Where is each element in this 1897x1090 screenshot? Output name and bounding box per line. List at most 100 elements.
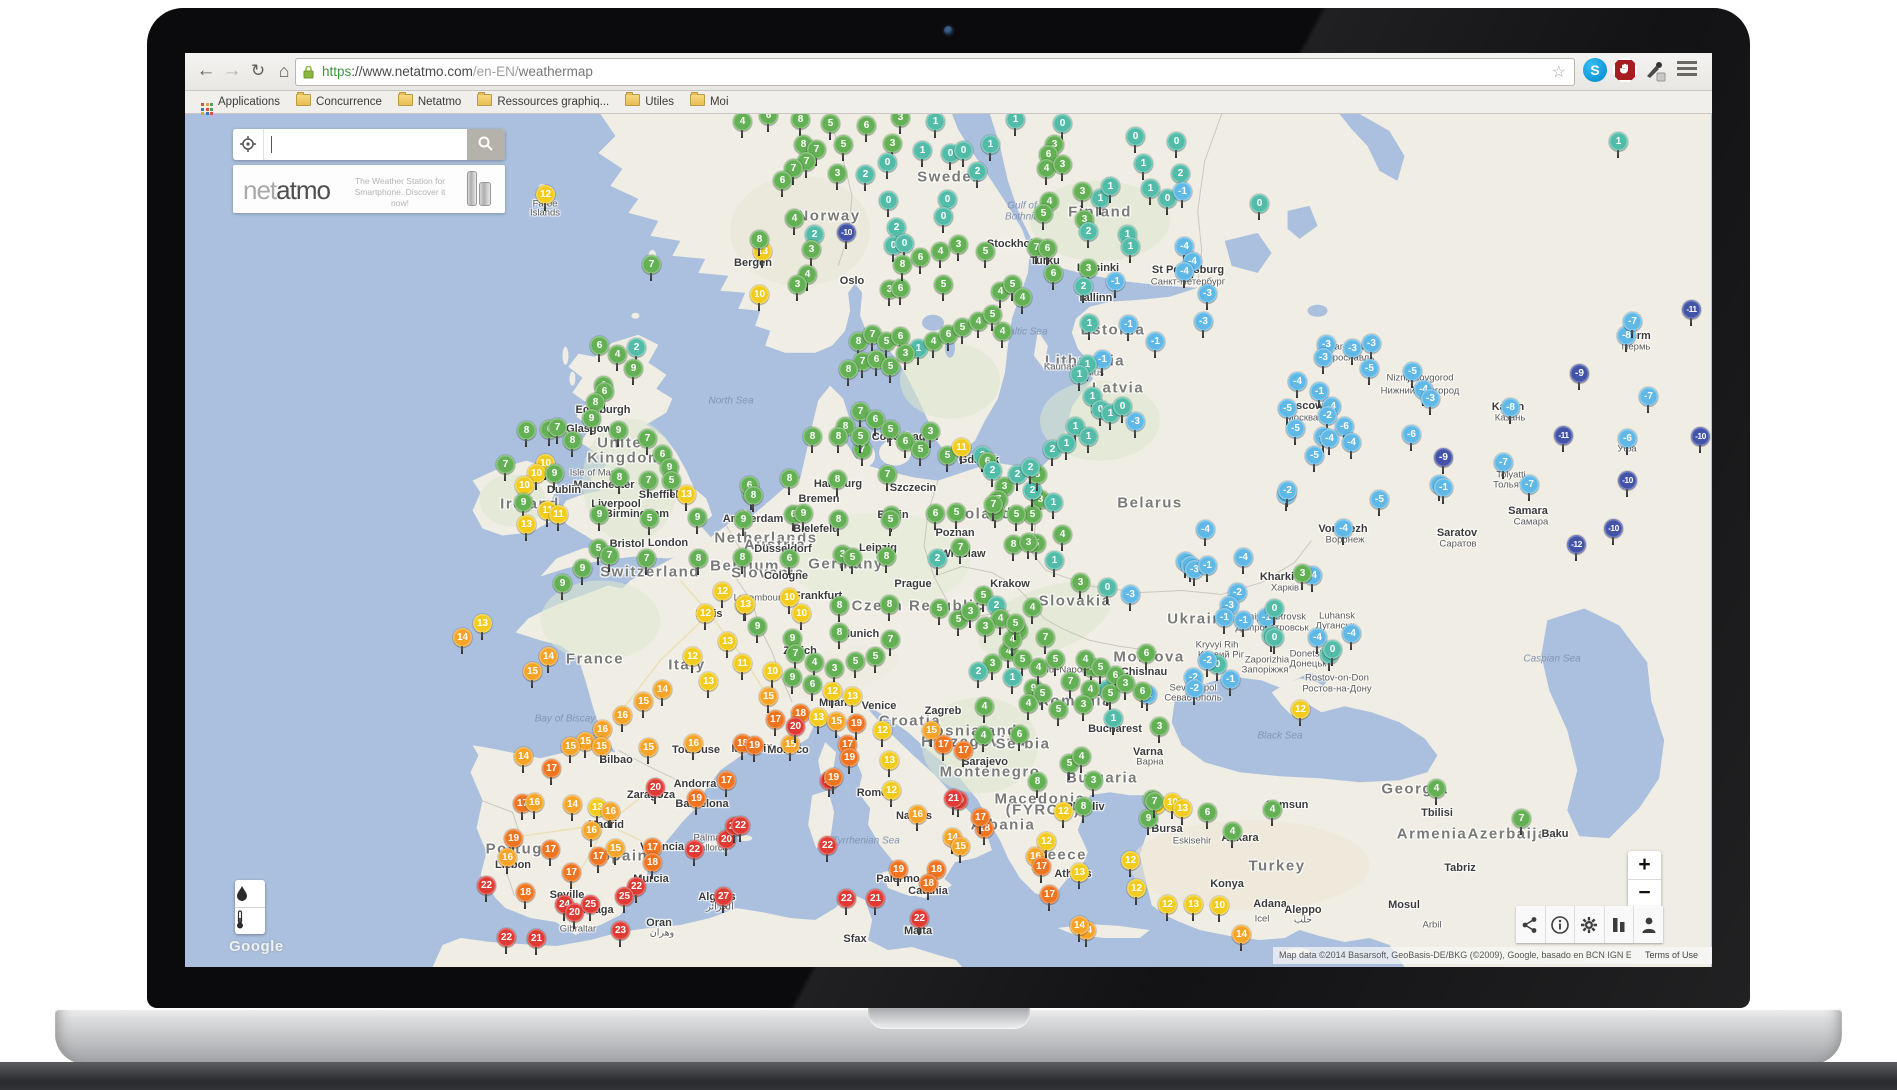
temperature-pin[interactable]: 4 [993,322,1012,341]
temperature-pin[interactable]: 1 [1044,493,1063,512]
temperature-pin[interactable]: -5 [1305,446,1324,465]
temperature-pin[interactable]: 17 [562,863,581,882]
temperature-pin[interactable]: 4 [1072,747,1091,766]
temperature-pin[interactable]: 7 [786,644,805,663]
bookmark-item[interactable]: Concurrence [296,91,382,113]
temperature-pin[interactable]: 4 [1427,779,1446,798]
temperature-pin[interactable]: 4 [1263,800,1282,819]
temperature-pin[interactable]: 12 [1158,895,1177,914]
temperature-pin[interactable]: 1 [1121,237,1140,256]
temperature-pin[interactable]: 8 [830,596,849,615]
temperature-pin[interactable]: 9 [734,510,753,529]
bookmark-item[interactable]: Ressources graphiq... [477,91,609,113]
temperature-pin[interactable]: 7 [881,630,900,649]
temperature-pin[interactable]: 15 [561,737,580,756]
temperature-pin[interactable]: 22 [818,836,837,855]
temperature-pin[interactable]: -7 [1494,453,1513,472]
temperature-pin[interactable]: 11 [549,505,568,524]
temperature-pin[interactable]: 12 [536,185,555,204]
temperature-pin[interactable]: 1 [1101,177,1120,196]
temperature-pin[interactable]: 15 [634,692,653,711]
temperature-pin[interactable]: 12 [696,604,715,623]
temperature-pin[interactable]: -7 [1639,387,1658,406]
temperature-pin[interactable]: 5 [881,510,900,529]
temperature-pin[interactable]: 8 [1028,772,1047,791]
temperature-pin[interactable]: 6 [926,504,945,523]
temperature-pin[interactable]: 1 [1134,154,1153,173]
temperature-pin[interactable]: -10 [837,223,856,242]
temperature-pin[interactable]: 4 [1053,525,1072,544]
temperature-pin[interactable]: 2 [856,165,875,184]
temperature-pin[interactable]: 12 [683,647,702,666]
temperature-pin[interactable]: 17 [717,771,736,790]
temperature-pin[interactable]: 5 [851,427,870,446]
temperature-pin[interactable]: 16 [582,821,601,840]
temperature-pin[interactable]: 7 [600,546,619,565]
temperature-pin[interactable]: -5 [1360,359,1379,378]
temperature-pin[interactable]: 8 [803,427,822,446]
temperature-pin[interactable]: 20 [646,778,665,797]
temperature-pin[interactable]: 4 [1023,598,1042,617]
temperature-pin[interactable]: 13 [1070,863,1089,882]
temperature-pin[interactable]: 0 [954,141,973,160]
temperature-pin[interactable]: 7 [496,455,515,474]
temperature-pin[interactable]: 6 [803,675,822,694]
temperature-pin[interactable]: -3 [1343,339,1362,358]
temperature-pin[interactable]: 9 [590,505,609,524]
temperature-pin[interactable]: -1 [1119,315,1138,334]
temperature-pin[interactable]: 1 [1080,314,1099,333]
temperature-pin[interactable]: 13 [517,515,536,534]
temperature-pin[interactable]: 25 [615,887,634,906]
temperature-pin[interactable]: 3 [1019,533,1038,552]
temperature-pin[interactable]: 8 [829,427,848,446]
temperature-pin[interactable]: 22 [731,816,750,835]
temperature-pin[interactable]: 9 [582,409,601,428]
bookmark-item[interactable]: Moi [690,91,729,113]
temperature-pin[interactable]: 7 [951,538,970,557]
temperature-pin[interactable]: 27 [714,887,733,906]
temperature-pin[interactable]: 12 [1291,700,1310,719]
skype-extension-icon[interactable]: S [1583,58,1607,82]
temperature-pin[interactable]: 8 [780,469,799,488]
temperature-pin[interactable]: 2 [1074,277,1093,296]
temperature-pin[interactable]: -5 [1370,490,1389,509]
temperature-pin[interactable]: 4 [1223,822,1242,841]
temperature-pin[interactable]: 7 [1036,628,1055,647]
temperature-pin[interactable]: 5 [1034,204,1053,223]
temperature-pin[interactable]: 9 [514,493,533,512]
temperature-pin[interactable]: 8 [750,230,769,249]
search-input[interactable] [264,130,472,159]
temperature-pin[interactable]: 7 [639,471,658,490]
temperature-pin[interactable]: 17 [1040,885,1059,904]
temperature-pin[interactable]: 5 [976,242,995,261]
temperature-pin[interactable]: 18 [919,874,938,893]
temperature-pin[interactable]: 9 [783,668,802,687]
temperature-pin[interactable]: 16 [684,734,703,753]
temperature-pin[interactable]: 10 [750,285,769,304]
temperature-pin[interactable]: 5 [911,440,930,459]
search-button[interactable] [467,129,505,160]
temperature-pin[interactable]: 15 [523,662,542,681]
temperature-pin[interactable]: -1 [1215,608,1234,627]
temperature-pin[interactable]: 16 [525,793,544,812]
temperature-pin[interactable]: -2 [1185,679,1204,698]
home-button[interactable]: ⌂ [271,56,297,86]
temperature-pin[interactable]: -3 [1194,312,1213,331]
temperature-pin[interactable]: 5 [930,599,949,618]
temperature-pin[interactable]: 19 [847,714,866,733]
rain-layer-button[interactable] [235,880,265,908]
info-button[interactable] [1546,906,1576,943]
temperature-pin[interactable]: 19 [745,736,764,755]
temperature-pin[interactable]: 17 [971,808,990,827]
temperature-pin[interactable]: -1 [1234,611,1253,630]
temperature-pin[interactable]: 7 [984,495,1003,514]
temperature-pin[interactable]: 3 [1084,771,1103,790]
temperature-pin[interactable]: 22 [837,889,856,908]
temperature-pin[interactable]: 7 [638,429,657,448]
temperature-pin[interactable]: -3 [1126,412,1145,431]
temperature-pin[interactable]: 13 [736,595,755,614]
temperature-pin[interactable]: 1 [1141,179,1160,198]
temperature-pin[interactable]: 1 [981,135,1000,154]
temperature-pin[interactable]: 11 [952,438,971,457]
temperature-pin[interactable]: 5 [640,509,659,528]
